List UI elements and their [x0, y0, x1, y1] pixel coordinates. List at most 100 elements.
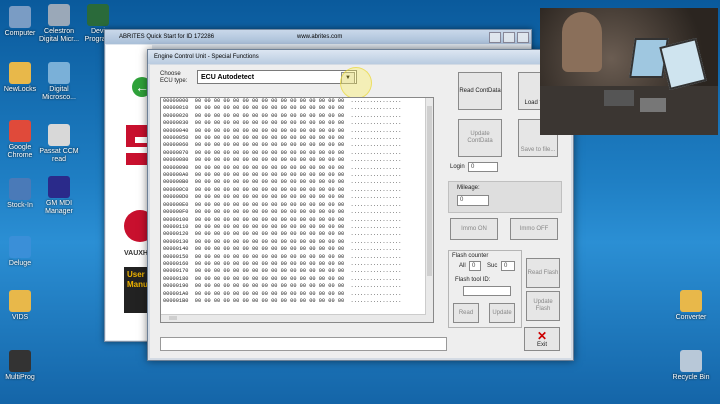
flash-counter-label: Flash counter: [452, 253, 489, 259]
desktop-icon-label: Deluge: [8, 260, 32, 267]
hex-row: 00000080 00 00 00 00 00 00 00 00 00 00 0…: [163, 157, 402, 164]
desktop-icon-label: Recycle Bin: [672, 374, 710, 381]
hex-row: 00000060 00 00 00 00 00 00 00 00 00 00 0…: [163, 142, 402, 149]
maximize-button[interactable]: [503, 32, 515, 43]
desktop-icon-label: Digital Microsco...: [42, 86, 76, 101]
read-flash-button[interactable]: Read Flash: [526, 258, 560, 288]
app-left-1-icon: [9, 62, 31, 84]
update-contdata-button[interactable]: Update ContData: [458, 119, 502, 157]
hex-row: 00000100 00 00 00 00 00 00 00 00 00 00 0…: [163, 216, 402, 223]
hex-row: 00000020 00 00 00 00 00 00 00 00 00 00 0…: [163, 112, 402, 119]
app-col2-3-icon: [48, 176, 70, 198]
hex-row: 00000150 00 00 00 00 00 00 00 00 00 00 0…: [163, 253, 402, 260]
ecu-special-functions-dialog[interactable]: Engine Control Unit - Special Functions …: [147, 49, 574, 361]
hex-row: 000001B0 00 00 00 00 00 00 00 00 00 00 0…: [163, 297, 402, 304]
minimize-button[interactable]: [489, 32, 501, 43]
desktop-icon-label: GM MDI Manager: [45, 200, 73, 215]
desktop-icon-col2-1[interactable]: Digital Microsco...: [29, 62, 89, 102]
app-left-3-icon: [9, 178, 31, 200]
app-right-1-icon: [680, 350, 702, 372]
read-button[interactable]: Read: [453, 303, 479, 323]
app-left-6-icon: [9, 350, 31, 372]
update-flash-button[interactable]: Update Flash: [526, 291, 560, 321]
desktop-icon-right-0[interactable]: Converter: [661, 290, 720, 322]
hex-row: 00000140 00 00 00 00 00 00 00 00 00 00 0…: [163, 246, 402, 253]
hex-row: 000000A0 00 00 00 00 00 00 00 00 00 00 0…: [163, 172, 402, 179]
hex-dump-view[interactable]: 00000000 00 00 00 00 00 00 00 00 00 00 0…: [160, 97, 434, 323]
close-icon: ✕: [536, 328, 548, 343]
horizontal-scrollbar[interactable]: [161, 314, 426, 322]
login-label: Login: [450, 164, 465, 170]
app-right-0-icon: [680, 290, 702, 312]
login-field[interactable]: 0: [468, 162, 498, 172]
hex-row: 00000040 00 00 00 00 00 00 00 00 00 00 0…: [163, 127, 402, 134]
status-bar: [160, 337, 447, 351]
hex-row: 000000B0 00 00 00 00 00 00 00 00 00 00 0…: [163, 179, 402, 186]
desktop-icon-label: VIDS: [11, 314, 29, 321]
window-title: ABRITES Quick Start for ID 172286: [119, 34, 215, 40]
hex-row: 00000070 00 00 00 00 00 00 00 00 00 00 0…: [163, 149, 402, 156]
suc-count-field[interactable]: 0: [501, 261, 515, 271]
flash-tool-id-field[interactable]: [463, 286, 511, 296]
vertical-scrollbar[interactable]: [425, 98, 433, 322]
desktop-icon-label: Converter: [675, 314, 707, 321]
hex-row: 000000C0 00 00 00 00 00 00 00 00 00 00 0…: [163, 186, 402, 193]
dialog-titlebar[interactable]: Engine Control Unit - Special Functions: [148, 50, 573, 64]
hex-row: 00000170 00 00 00 00 00 00 00 00 00 00 0…: [163, 268, 402, 275]
read-contdata-button[interactable]: Read ContData: [458, 72, 502, 110]
desktop-icon-label: MultiProg: [5, 374, 35, 381]
hex-row: 00000190 00 00 00 00 00 00 00 00 00 00 0…: [163, 283, 402, 290]
ecu-type-label: Choose ECU type:: [160, 71, 188, 84]
website-url: www.abrites.com: [297, 34, 343, 40]
all-label: All: [459, 263, 466, 269]
desktop-icon-col2-2[interactable]: Passat CCM read: [29, 124, 89, 164]
hex-row: 00000090 00 00 00 00 00 00 00 00 00 00 0…: [163, 164, 402, 171]
app-col2-2-icon: [48, 124, 70, 146]
immo-on-button[interactable]: Immo ON: [450, 218, 498, 240]
ecu-type-value: ECU Autodetect: [201, 74, 255, 81]
desktop-icon-left-4[interactable]: Deluge: [0, 236, 50, 268]
hex-row: 000000D0 00 00 00 00 00 00 00 00 00 00 0…: [163, 194, 402, 201]
exit-button[interactable]: ✕ Exit: [524, 327, 560, 351]
desktop-icon-left-5[interactable]: VIDS: [0, 290, 50, 322]
hex-row: 00000000 00 00 00 00 00 00 00 00 00 00 0…: [163, 98, 402, 104]
mileage-group: Mileage: 0: [448, 181, 562, 213]
window-titlebar[interactable]: ABRITES Quick Start for ID 172286 www.ab…: [105, 30, 531, 44]
exit-label: Exit: [536, 341, 547, 348]
close-button[interactable]: [517, 32, 529, 43]
hex-row: 00000110 00 00 00 00 00 00 00 00 00 00 0…: [163, 223, 402, 230]
brand-panel: ← VAUXH User Manu: [106, 45, 156, 340]
all-count-field[interactable]: 0: [469, 261, 481, 271]
hex-row: 000000E0 00 00 00 00 00 00 00 00 00 00 0…: [163, 201, 402, 208]
immo-off-button[interactable]: Immo OFF: [510, 218, 558, 240]
app-left-0-icon: [9, 6, 31, 28]
app-col2-1-icon: [48, 62, 70, 84]
suc-label: Suc: [487, 263, 498, 269]
mileage-field[interactable]: 0: [457, 195, 489, 206]
app-left-4-icon: [9, 236, 31, 258]
app-col2-0-icon: [48, 4, 70, 26]
mileage-label: Mileage:: [457, 185, 480, 191]
hex-row: 000001A0 00 00 00 00 00 00 00 00 00 00 0…: [163, 290, 402, 297]
app-col3-icon: [87, 4, 109, 26]
desktop-icon-right-1[interactable]: Recycle Bin: [661, 350, 720, 382]
hex-row: 00000050 00 00 00 00 00 00 00 00 00 00 0…: [163, 135, 402, 142]
flash-tool-id-label: Flash tool ID:: [455, 277, 491, 283]
ecu-type-select[interactable]: ECU Autodetect ▼: [197, 70, 357, 84]
hex-row: 00000130 00 00 00 00 00 00 00 00 00 00 0…: [163, 238, 402, 245]
hex-row: 00000030 00 00 00 00 00 00 00 00 00 00 0…: [163, 120, 402, 127]
cursor-highlight: [340, 67, 372, 99]
flash-counter-group: Flash counter All 0 Suc 0 Flash tool ID:…: [448, 250, 522, 328]
hex-row: 00000010 00 00 00 00 00 00 00 00 00 00 0…: [163, 105, 402, 112]
update-button[interactable]: Update: [489, 303, 515, 323]
hex-row: 00000180 00 00 00 00 00 00 00 00 00 00 0…: [163, 275, 402, 282]
app-left-2-icon: [9, 120, 31, 142]
app-left-5-icon: [9, 290, 31, 312]
vauxhall-label: VAUXH: [124, 250, 148, 257]
desktop-icon-left-6[interactable]: MultiProg: [0, 350, 50, 382]
hex-row: 00000120 00 00 00 00 00 00 00 00 00 00 0…: [163, 231, 402, 238]
webcam-overlay-image: [540, 8, 718, 135]
desktop-icon-label: Passat CCM read: [39, 148, 79, 163]
desktop-icon-col2-3[interactable]: GM MDI Manager: [29, 176, 89, 216]
hex-row: 000000F0 00 00 00 00 00 00 00 00 00 00 0…: [163, 209, 402, 216]
